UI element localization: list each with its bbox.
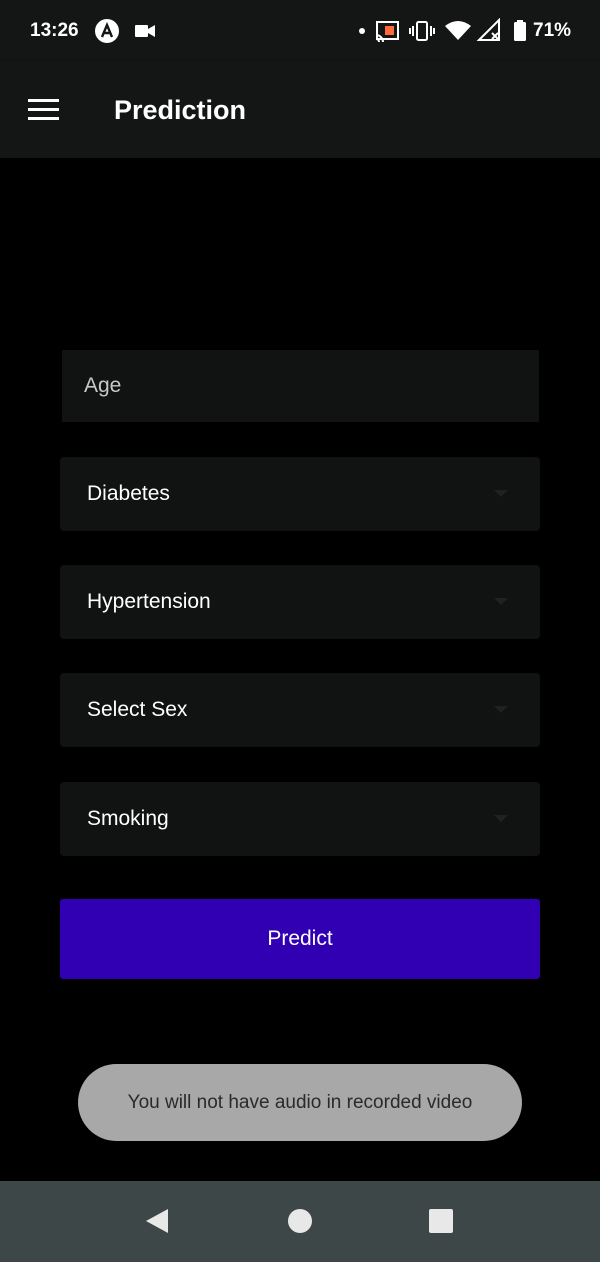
diabetes-label: Diabetes [87, 482, 170, 505]
diabetes-dropdown[interactable]: Diabetes [60, 457, 540, 531]
home-icon [288, 1209, 312, 1233]
hamburger-menu-icon [28, 99, 59, 120]
smoking-label: Smoking [87, 807, 169, 830]
recents-button[interactable] [421, 1201, 461, 1241]
dropdown-arrow-icon [494, 598, 508, 605]
back-icon [146, 1209, 168, 1233]
menu-button[interactable] [22, 90, 64, 130]
recents-icon [429, 1209, 453, 1233]
navigation-bar [0, 1181, 600, 1262]
home-button[interactable] [280, 1201, 320, 1241]
app-bar: Prediction [0, 62, 600, 158]
vibrate-icon [409, 21, 435, 41]
back-button[interactable] [137, 1201, 177, 1241]
dot-icon [359, 28, 365, 34]
video-camera-icon [135, 25, 155, 37]
hypertension-dropdown[interactable]: Hypertension [60, 565, 540, 639]
battery-percent: 71% [533, 20, 572, 41]
toast-message: You will not have audio in recorded vide… [78, 1064, 522, 1141]
cast-icon [375, 21, 399, 43]
sex-dropdown[interactable]: Select Sex [60, 673, 540, 747]
dropdown-arrow-icon [494, 490, 508, 497]
dropdown-arrow-icon [494, 706, 508, 713]
age-input[interactable] [62, 350, 539, 422]
a-logo-icon [95, 19, 119, 43]
age-field[interactable] [62, 350, 539, 422]
battery-icon [514, 20, 526, 41]
hypertension-label: Hypertension [87, 590, 211, 613]
page-title: Prediction [114, 95, 247, 125]
wifi-icon [445, 21, 471, 40]
smoking-dropdown[interactable]: Smoking [60, 782, 540, 856]
no-signal-icon [476, 18, 500, 41]
dropdown-arrow-icon [494, 815, 508, 822]
status-time: 13:26 [30, 20, 79, 41]
predict-button[interactable]: Predict [60, 899, 540, 979]
status-bar: 13:26 71% [0, 0, 600, 62]
sex-label: Select Sex [87, 698, 188, 721]
